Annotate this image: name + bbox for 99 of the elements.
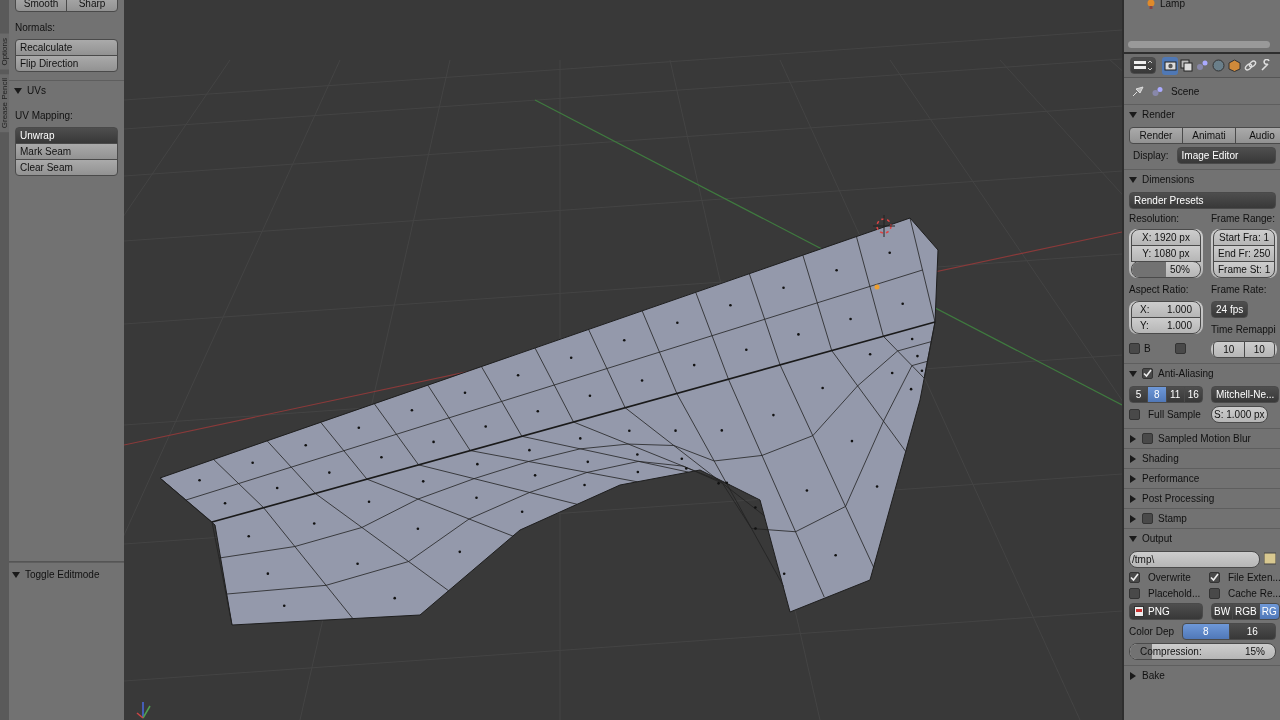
link-icon — [1243, 59, 1257, 72]
filter-dropdown[interactable]: Mitchell-Ne... — [1211, 386, 1280, 403]
panel-title: Toggle Editmode — [25, 568, 100, 581]
folder-icon[interactable] — [1264, 551, 1276, 565]
frame-rate-dropdown[interactable]: 24 fps — [1211, 301, 1249, 318]
section-label: UV Mapping: — [15, 110, 73, 121]
pin-icon — [1132, 85, 1144, 97]
field-label: Aspect Ratio: — [1129, 284, 1189, 295]
normals-button[interactable]: Flip Direction — [15, 55, 118, 72]
expand-arrow-icon[interactable] — [1129, 494, 1137, 503]
color-depth-button[interactable]: 8 — [1182, 623, 1230, 640]
expand-arrow-icon[interactable] — [1129, 110, 1137, 119]
resolution-field[interactable]: Y: 1080 px — [1131, 245, 1201, 262]
panel-title: Render — [1142, 108, 1175, 121]
checkbox[interactable] — [1129, 572, 1140, 583]
filter-size-field[interactable]: S: 1.000 px — [1211, 406, 1268, 423]
remap-field[interactable]: 10 — [1243, 341, 1275, 358]
cursor-icon — [872, 214, 896, 238]
checkbox[interactable] — [1142, 368, 1153, 379]
field-label: Color Dep — [1129, 625, 1175, 638]
editor-type-icon — [1134, 60, 1152, 71]
color-mode-button[interactable]: BW — [1211, 603, 1234, 620]
outliner-item: Lamp — [1160, 0, 1185, 10]
field-label: Time Remappi — [1211, 324, 1276, 335]
compression-slider[interactable]: Compression: 15% — [1129, 643, 1276, 660]
presets-dropdown[interactable]: Render Presets — [1129, 192, 1276, 209]
output-path-field[interactable]: /tmp\ — [1129, 551, 1260, 568]
checkbox-label: Placehold... — [1148, 587, 1201, 600]
globe-icon — [1211, 59, 1225, 72]
render-button[interactable]: Animati — [1182, 127, 1236, 144]
percentage-slider[interactable]: 50% — [1131, 261, 1201, 278]
properties-tab[interactable] — [1226, 56, 1242, 75]
checkbox-label: Full Sample — [1148, 408, 1201, 421]
color-mode-button[interactable]: RG — [1258, 603, 1280, 620]
expand-arrow-icon[interactable] — [1129, 534, 1137, 543]
checkbox[interactable] — [1142, 433, 1153, 444]
wrench-icon — [1259, 59, 1273, 72]
expand-arrow-icon[interactable] — [1129, 671, 1137, 680]
render-button[interactable]: Render — [1129, 127, 1183, 144]
field-label: Display: — [1133, 149, 1169, 162]
sample-button[interactable]: 8 — [1147, 386, 1167, 403]
checkbox-label: Cache Re... — [1228, 587, 1280, 600]
cube-icon — [1227, 59, 1241, 72]
panel-title: Bake — [1142, 669, 1165, 682]
field-label: Resolution: — [1129, 212, 1181, 225]
panel-title: Anti-Aliasing — [1158, 367, 1214, 380]
scrollbar[interactable] — [1128, 41, 1270, 48]
origin-point — [874, 284, 880, 290]
frame-field[interactable]: Frame St: 1 — [1213, 261, 1275, 278]
context-path: Scene — [1171, 84, 1200, 98]
remap-field[interactable]: 10 — [1213, 341, 1245, 358]
expand-arrow-icon[interactable] — [1129, 454, 1137, 463]
shading-button[interactable]: Sharp — [66, 0, 118, 12]
expand-arrow-icon[interactable] — [1129, 175, 1137, 184]
render-button[interactable]: Audio — [1235, 127, 1280, 144]
checkbox[interactable] — [1209, 572, 1220, 583]
properties-tab[interactable] — [1178, 56, 1194, 75]
checkbox[interactable] — [1129, 588, 1140, 599]
spheres-icon — [1195, 59, 1209, 72]
checkbox-label: Overwrite — [1148, 571, 1191, 584]
format-dropdown[interactable]: PNG — [1129, 603, 1203, 620]
expand-arrow-icon[interactable] — [1129, 369, 1137, 378]
panel-title: Performance — [1142, 472, 1200, 485]
properties-tab[interactable] — [1162, 56, 1178, 75]
camera-icon — [1163, 59, 1177, 72]
shading-button[interactable]: Smooth — [15, 0, 67, 12]
axis-gizmo-icon — [136, 701, 151, 719]
checkbox[interactable] — [1174, 343, 1186, 354]
color-mode-button[interactable]: RGB — [1232, 603, 1260, 620]
panel-title: Shading — [1142, 452, 1179, 465]
expand-arrow-icon[interactable] — [1129, 514, 1137, 523]
field-label: Frame Range: — [1211, 212, 1276, 225]
seam-button[interactable]: Clear Seam — [15, 159, 118, 176]
display-dropdown[interactable]: Image Editor — [1176, 147, 1276, 164]
image-file-icon — [1134, 606, 1144, 617]
panel-title: Output — [1142, 532, 1173, 545]
field-label: Frame Rate: — [1211, 284, 1267, 295]
panel-title: Stamp — [1158, 512, 1187, 525]
panel-title: Sampled Motion Blur — [1158, 432, 1251, 445]
checkbox[interactable] — [1129, 409, 1140, 420]
section-label: Normals: — [15, 22, 55, 33]
checkbox-label: B — [1144, 342, 1151, 355]
checkbox-label: File Exten... — [1228, 571, 1280, 584]
expand-arrow-icon[interactable] — [1129, 474, 1137, 483]
checkbox[interactable] — [1209, 588, 1220, 599]
checkbox[interactable] — [1129, 343, 1140, 354]
expand-arrow-icon[interactable] — [1129, 434, 1137, 443]
spheres-icon — [1152, 85, 1163, 97]
panel-title: UVs — [27, 84, 46, 97]
aspect-field[interactable]: Y: 1.000 — [1131, 317, 1201, 334]
expand-arrow-icon[interactable] — [12, 570, 20, 579]
panel-title: Post Processing — [1142, 492, 1215, 505]
expand-arrow-icon[interactable] — [14, 86, 22, 95]
panel-title: Dimensions — [1142, 173, 1195, 186]
lamp-icon — [1146, 0, 1156, 9]
editor-type-button[interactable] — [1130, 57, 1156, 74]
color-depth-button[interactable]: 16 — [1228, 623, 1276, 640]
layers-icon — [1179, 59, 1193, 72]
checkbox[interactable] — [1142, 513, 1153, 524]
